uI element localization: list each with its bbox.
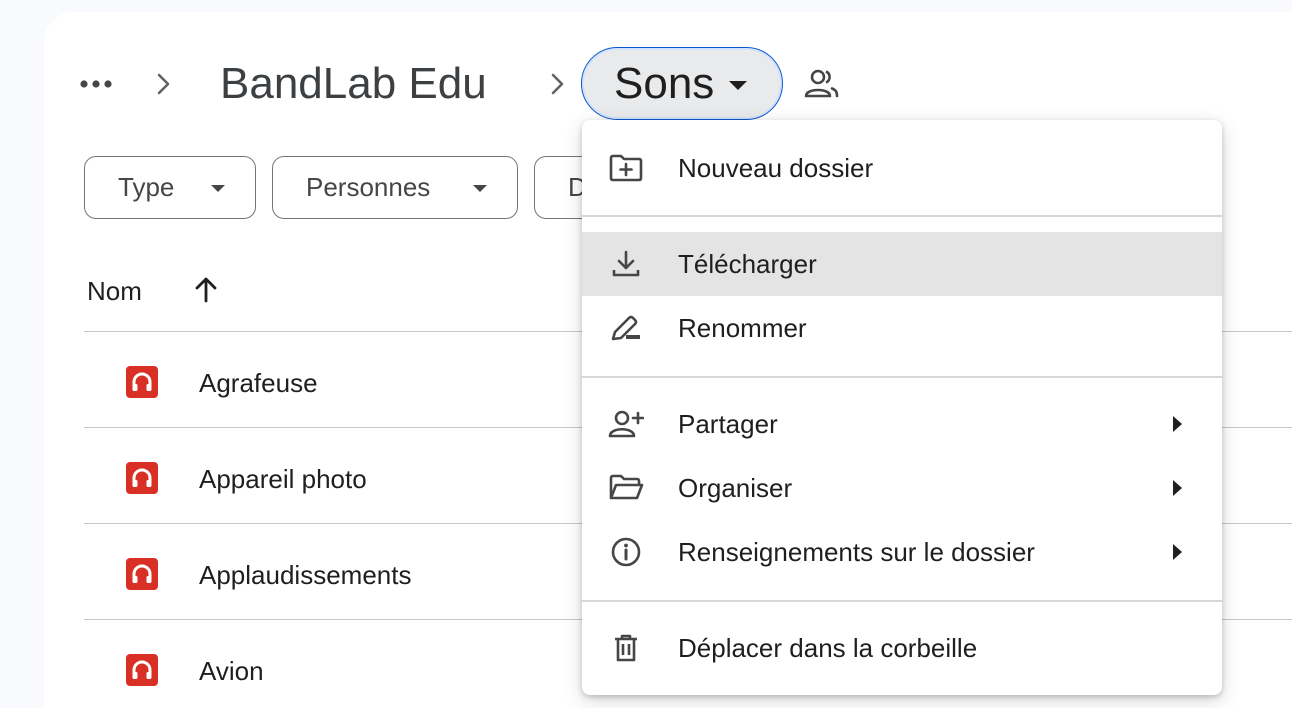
trash-icon [608, 632, 644, 664]
info-icon [608, 536, 644, 568]
audio-file-icon [126, 366, 158, 398]
file-name: Applaudissements [199, 560, 412, 590]
folder-open-icon [608, 472, 644, 504]
folder-context-menu: Nouveau dossier Télécharger Renommer Par… [582, 120, 1222, 695]
new-folder-icon [608, 152, 644, 184]
filter-type-label: Type [118, 172, 175, 202]
column-header-name[interactable]: Nom [87, 276, 142, 307]
menu-item-label: Renommer [678, 313, 807, 343]
download-icon [608, 248, 644, 280]
menu-divider [582, 215, 1222, 217]
menu-item-label: Organiser [678, 473, 793, 503]
submenu-arrow-icon [1172, 544, 1184, 560]
caret-down-icon [728, 80, 748, 92]
shared-folder-people-icon[interactable] [802, 66, 842, 102]
breadcrumb-current-label: Sons [614, 58, 715, 108]
sort-ascending-arrow-icon[interactable] [190, 274, 222, 306]
breadcrumb-item-bandlab-edu[interactable]: BandLab Edu [220, 56, 487, 112]
menu-item-new-folder[interactable]: Nouveau dossier [582, 136, 1222, 200]
audio-file-icon [126, 462, 158, 494]
chevron-right-icon [546, 70, 570, 98]
chevron-right-icon [152, 70, 176, 98]
caret-down-icon [473, 185, 487, 193]
menu-item-label: Télécharger [678, 249, 817, 279]
menu-item-share[interactable]: Partager [582, 392, 1222, 456]
filter-type-chip[interactable]: Type [84, 156, 256, 219]
menu-divider [582, 600, 1222, 602]
audio-file-icon [126, 654, 158, 686]
rename-icon [608, 312, 644, 344]
more-horizontal-icon[interactable] [76, 68, 116, 100]
breadcrumb-current-folder-button[interactable]: Sons [581, 47, 783, 120]
submenu-arrow-icon [1172, 416, 1184, 432]
audio-file-icon [126, 558, 158, 590]
menu-item-rename[interactable]: Renommer [582, 296, 1222, 360]
breadcrumb: BandLab Edu Sons [0, 0, 1292, 120]
menu-item-label: Nouveau dossier [678, 153, 874, 183]
menu-item-move-to-trash[interactable]: Déplacer dans la corbeille [582, 616, 1222, 680]
menu-item-label: Partager [678, 409, 778, 439]
menu-item-organize[interactable]: Organiser [582, 456, 1222, 520]
menu-divider [582, 376, 1222, 378]
caret-down-icon [211, 185, 225, 193]
filter-people-chip[interactable]: Personnes [272, 156, 518, 219]
menu-item-folder-info[interactable]: Renseignements sur le dossier [582, 520, 1222, 584]
menu-item-download[interactable]: Télécharger [582, 232, 1222, 296]
submenu-arrow-icon [1172, 480, 1184, 496]
file-name: Avion [199, 656, 264, 686]
file-name: Appareil photo [199, 464, 367, 494]
menu-item-label: Renseignements sur le dossier [678, 537, 1035, 567]
menu-item-label: Déplacer dans la corbeille [678, 633, 978, 663]
file-name: Agrafeuse [199, 368, 318, 398]
add-person-icon [608, 408, 644, 440]
filter-people-label: Personnes [306, 172, 431, 202]
